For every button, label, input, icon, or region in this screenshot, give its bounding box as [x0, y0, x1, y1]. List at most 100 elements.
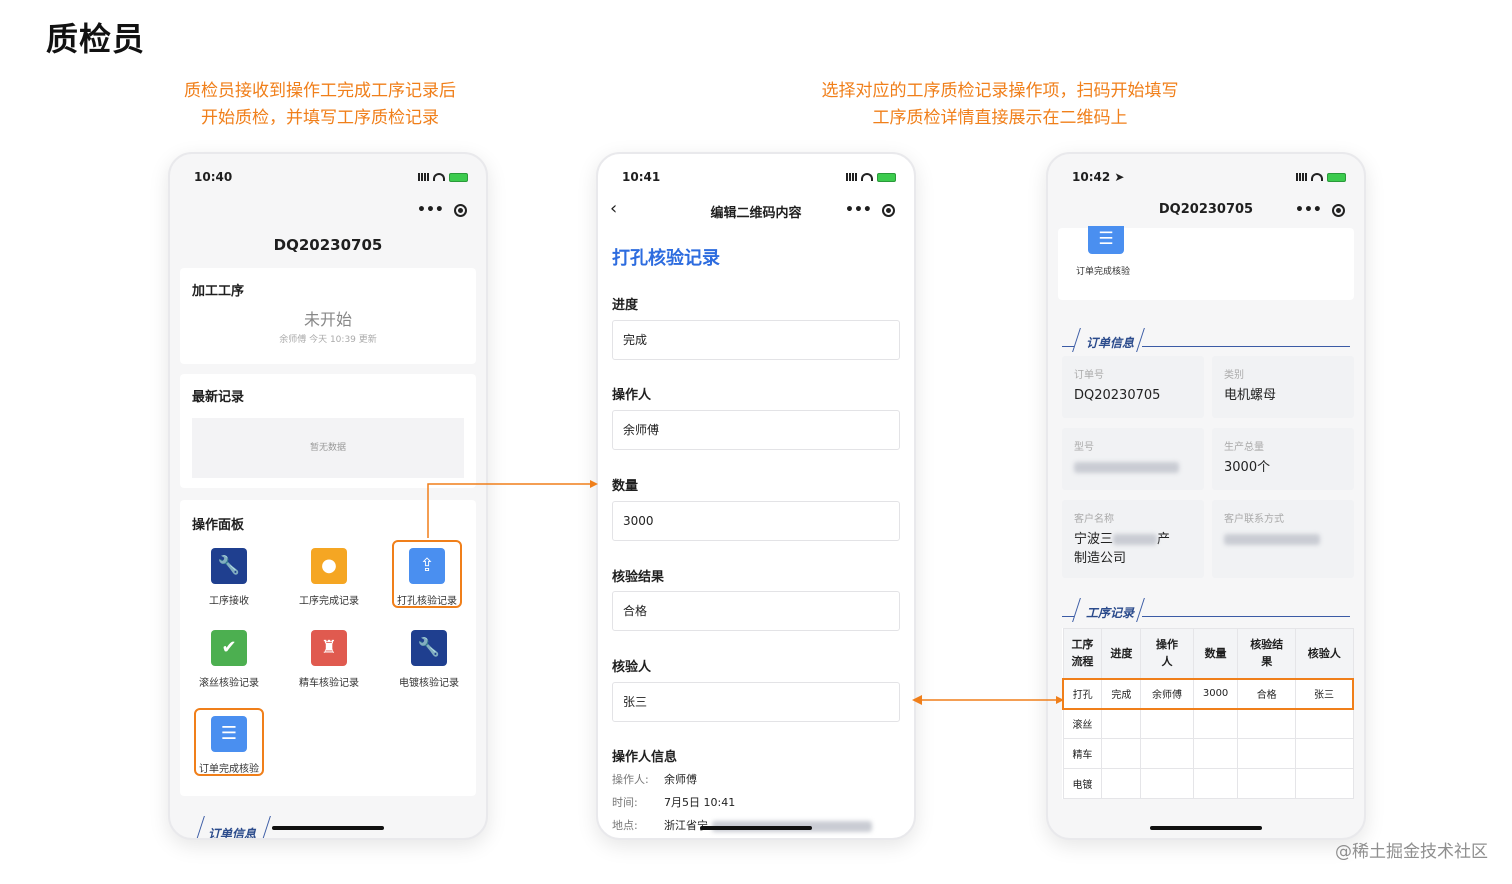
section-divider-slash: [1072, 598, 1081, 622]
signal-icon: [1296, 173, 1307, 181]
latest-record-card: 最新记录 暂无数据: [180, 374, 476, 488]
order-info-section-title: 订单信息: [1086, 336, 1135, 350]
tile-turning-check[interactable]: ♜ 精车核验记录: [294, 630, 364, 689]
section-divider-slash: [1136, 328, 1145, 352]
section-divider-slash: [196, 816, 205, 838]
hydrant-icon: ♜: [311, 630, 347, 666]
info-category: 类别 电机螺母: [1212, 356, 1354, 418]
tile-drill-check[interactable]: ⇪ 打孔核验记录: [392, 540, 462, 608]
tile-process-complete[interactable]: ● 工序完成记录: [294, 548, 364, 607]
status-time: 10:40: [194, 170, 233, 184]
process-record-table: 工序 流程 进度 操作人 数量 核验结果 核验人 打孔 完成 余师傅 3000 合格 张三 …: [1062, 628, 1354, 799]
operator-row: 操作人: 余师傅: [612, 773, 697, 786]
col-header: 数量: [1192, 628, 1239, 679]
info-total: 生产总量 3000个: [1212, 428, 1354, 490]
process-card-title: 加工工序: [192, 284, 245, 299]
caption-left: 质检员接收到操作工完成工序记录后 开始质检，并填写工序质检记录: [150, 78, 490, 132]
col-header: 核验结果: [1237, 628, 1296, 679]
more-icon[interactable]: •••: [417, 202, 444, 218]
section-underline: [1142, 346, 1350, 347]
section-underline: [1142, 616, 1350, 617]
close-target-icon[interactable]: [881, 203, 895, 217]
progress-field[interactable]: 完成: [612, 320, 900, 360]
wrench-icon: 🔧: [211, 548, 247, 584]
quantity-field[interactable]: 3000: [612, 501, 900, 541]
list-icon[interactable]: ☰: [1088, 226, 1124, 254]
shield-check-icon: ✔: [211, 630, 247, 666]
upload-box-icon: ⇪: [409, 548, 445, 584]
status-time: 10:41: [622, 170, 661, 184]
table-row: 滚丝: [1062, 708, 1354, 739]
status-bar: 10:40: [194, 168, 468, 186]
caption-right-line-2: 工序质检详情直接展示在二维码上: [872, 108, 1128, 128]
table-row: 打孔 完成 余师傅 3000 合格 张三: [1062, 677, 1354, 710]
section-divider-slash: [262, 816, 271, 838]
status-bar: 10:42 ➤: [1072, 168, 1346, 186]
info-order-no: 订单号 DQ20230705: [1062, 356, 1204, 418]
watermark: @稀土掘金技术社区: [1335, 842, 1488, 862]
top-tile-card: ☰ 订单完成核验: [1058, 226, 1354, 300]
info-model: 型号: [1062, 428, 1204, 490]
battery-icon: [449, 172, 468, 182]
operation-panel-title: 操作面板: [192, 518, 245, 533]
process-meta: 余师傅 今天 10:39 更新: [279, 335, 377, 345]
result-label: 核验结果: [612, 570, 665, 585]
col-header: 工序 流程: [1062, 628, 1103, 679]
redacted-contact: [1224, 534, 1320, 545]
info-contact: 客户联系方式: [1212, 500, 1354, 578]
slide: 质检员 质检员接收到操作工完成工序记录后 开始质检，并填写工序质检记录 选择对应…: [0, 0, 1512, 884]
page-title: 质检员: [46, 20, 146, 58]
location-pin-icon: ●: [311, 548, 347, 584]
latest-record-title: 最新记录: [192, 390, 245, 405]
section-divider-slash: [1136, 598, 1145, 622]
phone-edit-qr: 10:41 ‹ 编辑二维码内容 ••• 打孔核验记录 进度 完成 操作人 余师傅…: [596, 152, 916, 840]
result-field[interactable]: 合格: [612, 591, 900, 631]
top-tile-label[interactable]: 订单完成核验: [1076, 264, 1130, 277]
battery-icon: [1327, 172, 1346, 182]
section-underline: [270, 838, 474, 839]
inspector-field[interactable]: 张三: [612, 682, 900, 722]
redacted-model: [1074, 462, 1179, 473]
redacted-customer: [1113, 534, 1158, 545]
section-underline: [1062, 346, 1074, 347]
operator-label: 操作人: [612, 388, 652, 403]
tile-order-complete-check[interactable]: ☰ 订单完成核验: [194, 708, 264, 776]
more-icon[interactable]: •••: [845, 202, 872, 218]
section-divider-slash: [1072, 328, 1081, 352]
order-info-section-title: 订单信息: [208, 827, 257, 840]
miniapp-capsule: •••: [412, 198, 472, 222]
quantity-label: 数量: [612, 479, 639, 494]
col-header: 核验人: [1294, 628, 1354, 679]
wifi-icon: [861, 173, 873, 181]
tile-plating-check[interactable]: 🔧 电镀核验记录: [394, 630, 464, 689]
info-customer: 客户名称 宁波三产制造公司: [1062, 500, 1204, 578]
col-header: 操作人: [1140, 628, 1194, 679]
signal-icon: [418, 173, 429, 181]
col-header: 进度: [1101, 628, 1142, 679]
tile-process-receive[interactable]: 🔧 工序接收: [194, 548, 264, 607]
section-underline: [1062, 616, 1074, 617]
order-title: DQ20230705: [273, 236, 383, 254]
wifi-icon: [1311, 173, 1323, 181]
progress-label: 进度: [612, 298, 639, 313]
more-icon[interactable]: •••: [1295, 202, 1322, 218]
caption-right-line-1: 选择对应的工序质检记录操作项，扫码开始填写: [821, 81, 1179, 101]
table-row: 电镀: [1062, 768, 1354, 799]
battery-icon: [877, 172, 896, 182]
caption-right: 选择对应的工序质检记录操作项，扫码开始填写 工序质检详情直接展示在二维码上: [790, 78, 1210, 132]
status-time-wrap: 10:42 ➤: [1072, 170, 1124, 184]
close-target-icon[interactable]: [1331, 203, 1345, 217]
process-record-section-title: 工序记录: [1086, 606, 1135, 620]
tile-roll-check[interactable]: ✔ 滚丝核验记录: [194, 630, 264, 689]
operator-field[interactable]: 余师傅: [612, 410, 900, 450]
time-row: 时间: 7月5日 10:41: [612, 796, 736, 809]
miniapp-capsule: •••: [840, 198, 900, 222]
close-target-icon[interactable]: [453, 203, 467, 217]
phone-quality-home: 10:40 ••• DQ20230705 加工工序 未开始 余师傅 今天 10:…: [168, 152, 488, 840]
home-indicator: [700, 826, 812, 830]
home-indicator: [272, 826, 384, 830]
process-card[interactable]: 加工工序 未开始 余师傅 今天 10:39 更新: [180, 268, 476, 364]
process-status: 未开始: [303, 310, 352, 329]
signal-icon: [846, 173, 857, 181]
location-arrow-icon: ➤: [1114, 170, 1125, 184]
